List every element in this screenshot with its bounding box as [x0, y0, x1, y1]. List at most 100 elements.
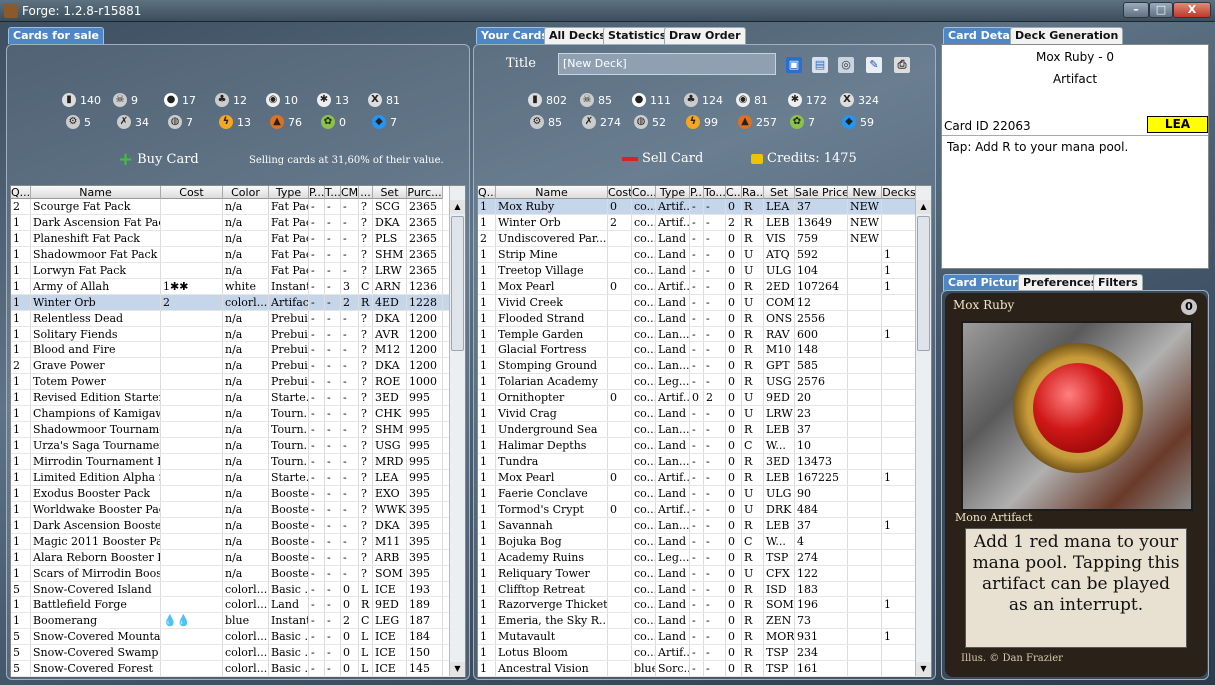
table-row[interactable]: 1Totem Powern/aPrebui...---?ROE1000: [11, 374, 465, 391]
tab-card-picture[interactable]: Card Picture: [943, 274, 1030, 291]
column-header[interactable]: Type: [656, 186, 690, 199]
table-row[interactable]: 1 Vivid Crag co... Land - -0 U LRW 23: [478, 406, 931, 423]
maximize-button[interactable]: □: [1149, 2, 1173, 18]
paw-counter[interactable]: ◆ 59: [842, 115, 874, 129]
column-header[interactable]: Set: [373, 186, 407, 199]
x-counter[interactable]: X 81: [368, 93, 400, 107]
card-counter[interactable]: ▮ 802: [528, 93, 567, 107]
tab-all-decks[interactable]: All Decks: [544, 27, 611, 44]
sell-card-button[interactable]: Sell Card: [622, 151, 703, 166]
water-drop-counter[interactable]: ● 17: [164, 93, 196, 107]
deck-table[interactable]: Q...NameCostCo...TypeP...To...C...Ra...S…: [477, 185, 932, 678]
scroll-up-icon[interactable]: ▲: [916, 200, 931, 214]
skull-counter[interactable]: ☠ 9: [113, 93, 138, 107]
table-row[interactable]: 1 Bojuka Bog co... Land - -0 C W... 4: [478, 533, 931, 550]
tab-filters[interactable]: Filters: [1093, 274, 1143, 291]
table-row[interactable]: 1 Tolarian Academy co... Leg... - -0 R USG 2576: [478, 374, 931, 391]
creature-counter[interactable]: ✿ 7: [790, 115, 815, 129]
column-header[interactable]: Name: [496, 186, 608, 199]
deck-title-input[interactable]: [New Deck]: [558, 53, 776, 75]
table-row[interactable]: 1Scars of Mirrodin Boost...n/aBooste...-…: [11, 565, 465, 582]
gear-counter[interactable]: ⚙ 5: [66, 115, 91, 129]
table-row[interactable]: 1 Halimar Depths co... Land - -0 C W... 10: [478, 438, 931, 454]
column-header[interactable]: P...: [309, 186, 325, 199]
x-counter[interactable]: X 324: [840, 93, 879, 107]
tab-deck-generation[interactable]: Deck Generation: [1010, 27, 1124, 44]
table-row[interactable]: 1 Treetop Village co... Land - -0 U ULG 104 1: [478, 262, 931, 279]
scroll-down-icon[interactable]: ▼: [450, 662, 465, 676]
table-row[interactable]: 1 Strip Mine co... Land - -0 U ATQ 592 1: [478, 246, 931, 263]
table-row[interactable]: 2 Undiscovered Par... co... Land - -0 R VIS 759 N…: [478, 230, 931, 247]
table-row[interactable]: 1 Tormod's Crypt 0 co... Artif... - -0 U DRK 484: [478, 501, 931, 518]
table-row[interactable]: 1 Flooded Strand co... Land - -0 R ONS 2556: [478, 310, 931, 327]
column-header[interactable]: Cost: [161, 186, 223, 199]
buy-card-button[interactable]: + Buy Card: [118, 149, 199, 170]
table-row[interactable]: 1Dark Ascension Booster...n/aBooste...--…: [11, 517, 465, 534]
vertical-scrollbar[interactable]: ▲ ▼: [449, 186, 465, 676]
table-row[interactable]: 1Shadowmoor Fat Packn/aFat Pack---?SHM23…: [11, 246, 465, 263]
table-row[interactable]: 1Winter Orb2colorl...Artifact--2R4ED1228: [11, 294, 465, 311]
bolt-counter[interactable]: ϟ 13: [219, 115, 251, 129]
column-header[interactable]: Q...: [478, 186, 496, 199]
table-row[interactable]: 5Snow-Covered Mountain colorl...Basic ...…: [11, 629, 465, 646]
sun-counter[interactable]: ✱ 13: [317, 93, 349, 107]
scroll-thumb[interactable]: [451, 216, 464, 351]
tab-your-cards[interactable]: Your Cards: [476, 27, 553, 44]
column-header[interactable]: Name: [31, 186, 161, 199]
table-row[interactable]: 1 Academy Ruins co... Leg... - -0 R TSP 274: [478, 549, 931, 566]
table-header[interactable]: Q...NameCostColorTypeP...T...CMC...SetPu…: [11, 186, 443, 199]
column-header[interactable]: To...: [704, 186, 726, 199]
table-row[interactable]: 1 Reliquary Tower co... Land - -0 U CFX 122: [478, 565, 931, 582]
column-header[interactable]: New: [848, 186, 882, 199]
creature-counter[interactable]: ✿ 0: [321, 115, 346, 129]
table-row[interactable]: 1Worldwake Booster Packn/aBooste...---?W…: [11, 501, 465, 518]
tree-counter[interactable]: ♣ 124: [684, 93, 723, 107]
sword-counter[interactable]: ✗ 274: [582, 115, 621, 129]
table-row[interactable]: 1 Faerie Conclave co... Land - -0 U ULG 90: [478, 485, 931, 502]
table-row[interactable]: 1 Winter Orb 2 co... Artif... - -2 R LEB 13649 NEW: [478, 214, 931, 231]
sun-counter[interactable]: ✱ 172: [788, 93, 827, 107]
table-row[interactable]: 2Grave Powern/aPrebui...---?DKA1200: [11, 358, 465, 375]
table-row[interactable]: 1Dark Ascension Fat Packn/aFat Pack---?D…: [11, 214, 465, 231]
table-row[interactable]: 1 Mox Pearl 0 co... Artif... - -0 R LEB 167225 1: [478, 469, 931, 486]
table-row[interactable]: 1 Glacial Fortress co... Land - -0 R M10 148: [478, 342, 931, 359]
table-row[interactable]: 1 Temple Garden co... Lan... - -0 R RAV 600 1: [478, 326, 931, 343]
table-row[interactable]: 1Planeshift Fat Packn/aFat Pack---?PLS23…: [11, 230, 465, 247]
table-row[interactable]: 5Snow-Covered Forest colorl...Basic ...--…: [11, 661, 465, 678]
save-icon[interactable]: ▣: [786, 57, 802, 73]
column-header[interactable]: Purc...: [407, 186, 443, 199]
table-row[interactable]: 1Alara Reborn Booster P...n/aBooste...--…: [11, 549, 465, 566]
tab-preferences[interactable]: Preferences: [1018, 274, 1103, 291]
tree-counter[interactable]: ♣ 12: [215, 93, 247, 107]
column-header[interactable]: CMC: [341, 186, 359, 199]
open-icon[interactable]: ◎: [838, 57, 854, 73]
edit-icon[interactable]: ✎: [866, 57, 882, 73]
column-header[interactable]: Co...: [632, 186, 656, 199]
skull-counter[interactable]: ☠ 85: [580, 93, 612, 107]
column-header[interactable]: Q...: [11, 186, 31, 199]
column-header[interactable]: Sale Price: [795, 186, 848, 199]
table-row[interactable]: 1Mirrodin Tournament P...n/aTourn...---?…: [11, 454, 465, 470]
table-row[interactable]: 1Revised Edition Starter ... n/aStarte...…: [11, 390, 465, 407]
close-button[interactable]: X: [1173, 2, 1211, 18]
table-row[interactable]: 1Shadowmoor Tourname...n/aTourn...---?SH…: [11, 422, 465, 439]
table-row[interactable]: 1 Lotus Bloom co... Artif... - -0 R TSP 234: [478, 645, 931, 662]
tab-statistics[interactable]: Statistics: [603, 27, 672, 44]
table-row[interactable]: 1 Battlefield Forge colorl... Land - -0 R 9ED 18…: [11, 597, 465, 614]
tab-cards-for-sale[interactable]: Cards for sale: [8, 27, 104, 44]
new-file-icon[interactable]: ▤: [812, 57, 828, 73]
table-row[interactable]: 1 Mutavault co... Land - -0 R MOR 931 1: [478, 629, 931, 646]
table-row[interactable]: 1Ancestral VisionblueSorc...--0RTSP161: [478, 661, 931, 678]
print-icon[interactable]: ⎙: [894, 57, 910, 73]
table-row[interactable]: 1Limited Edition Alpha St... n/aStarte...…: [11, 469, 465, 486]
table-row[interactable]: 2Scourge Fat Packn/aFat Pack---?SCG2365: [11, 199, 465, 215]
table-row[interactable]: 1 Tundra co... Lan... - -0 R 3ED 13473: [478, 454, 931, 470]
fire-counter[interactable]: ◉ 10: [266, 93, 298, 107]
vertical-scrollbar[interactable]: ▲ ▼: [915, 186, 931, 676]
table-row[interactable]: 1 Stomping Ground co... Lan... - -0 R GPT 585: [478, 358, 931, 375]
paw-counter[interactable]: ◆ 7: [372, 115, 397, 129]
column-header[interactable]: Ra...: [742, 186, 764, 199]
table-row[interactable]: 1 Razorverge Thicket co... Land - -0 R SOM 196 1: [478, 597, 931, 614]
table-row[interactable]: 1 Ornithopter 0 co... Artif... 0 2 0 U 9ED 20: [478, 390, 931, 407]
table-row[interactable]: 1Magic 2011 Booster Packn/aBooste...---?…: [11, 533, 465, 550]
